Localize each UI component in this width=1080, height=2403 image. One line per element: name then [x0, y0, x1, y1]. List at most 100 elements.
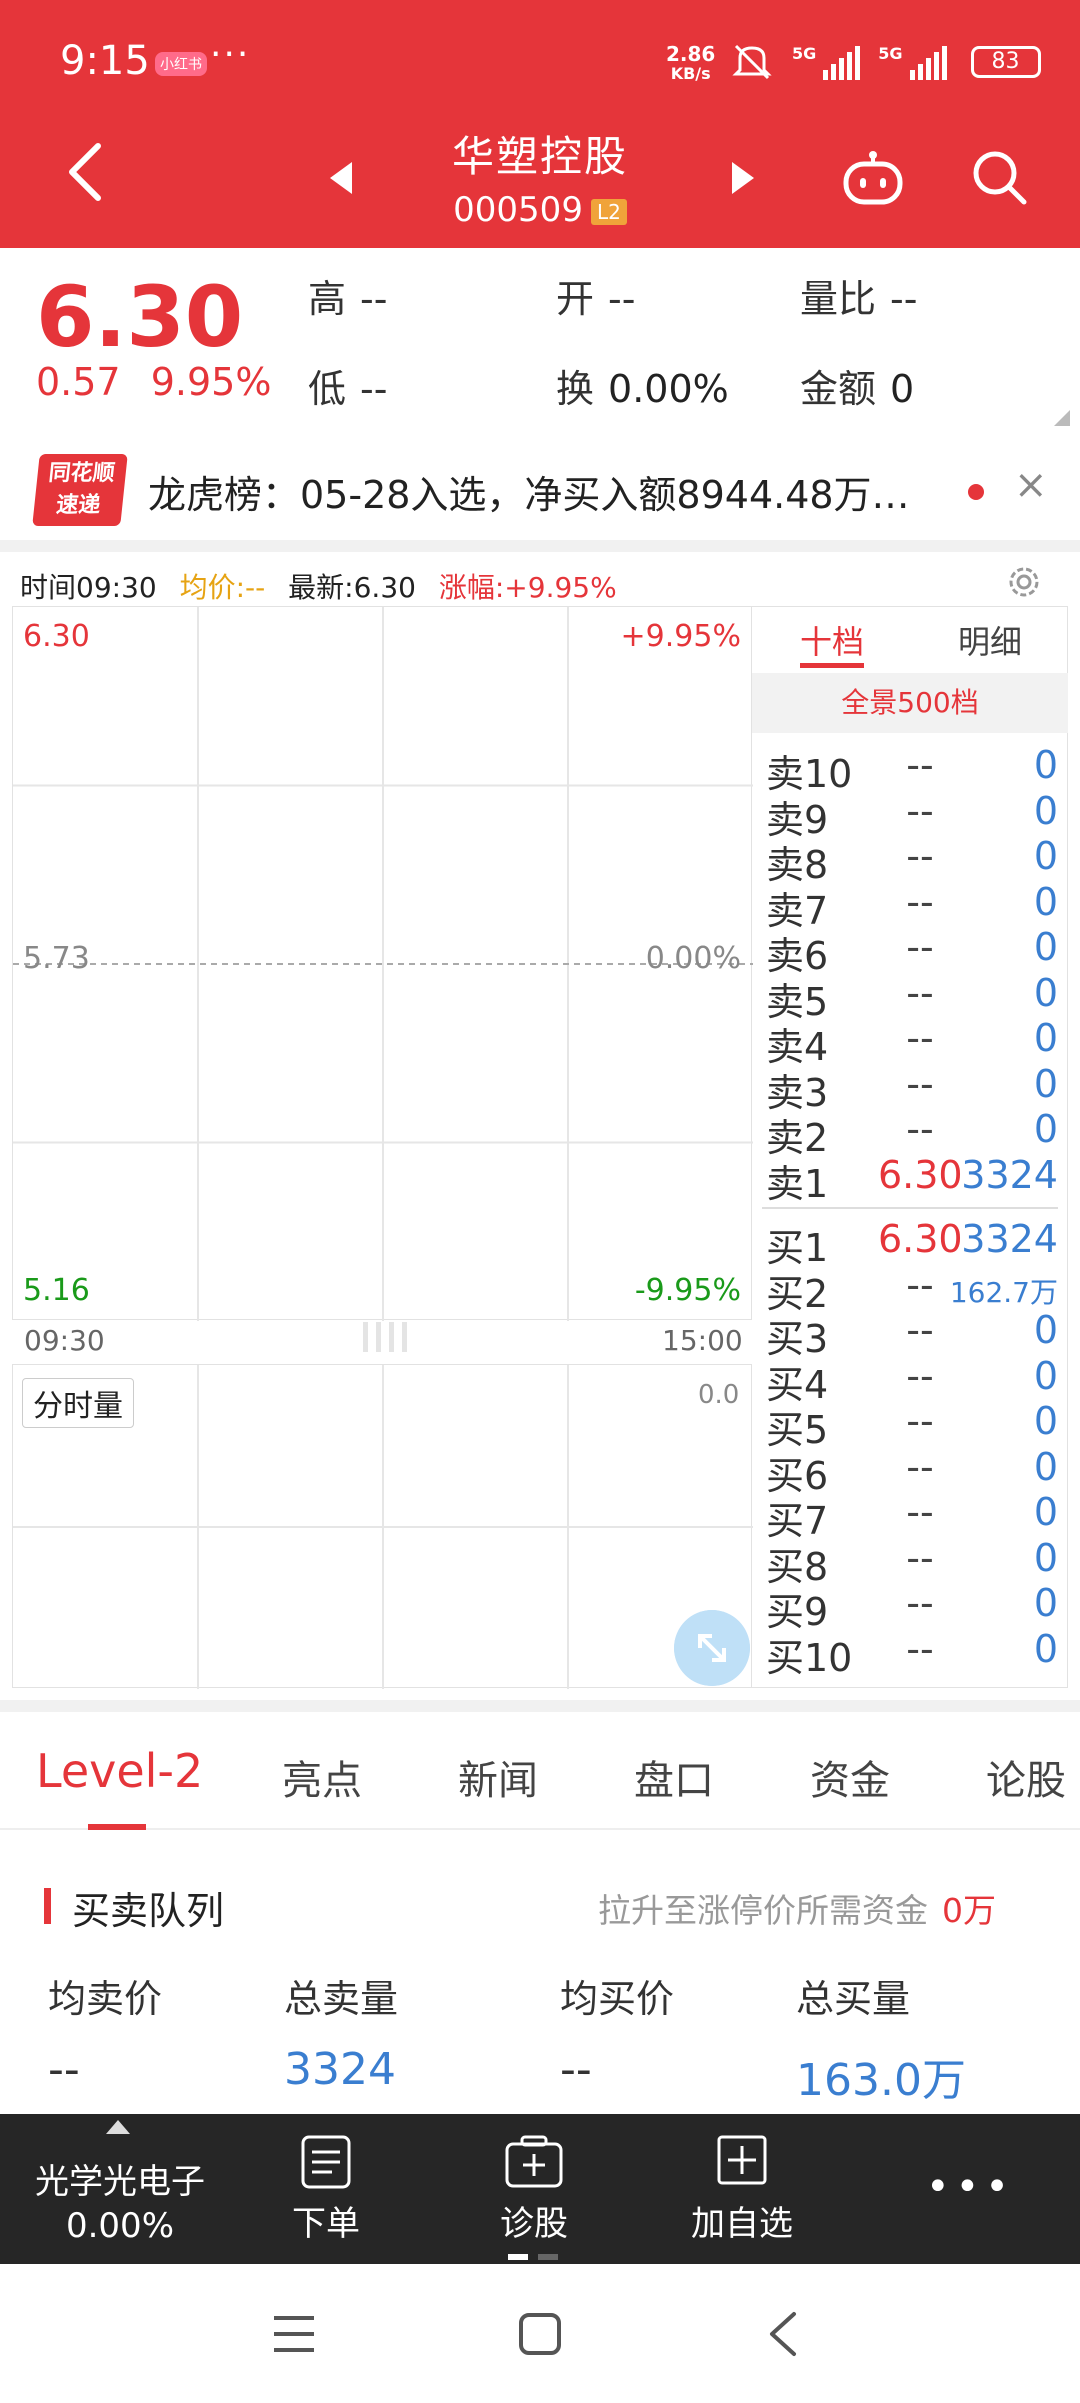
- signal-icon-1: 5G: [792, 44, 861, 80]
- buy-level-row[interactable]: 买5 -- 0: [752, 1399, 1068, 1452]
- tab-funds[interactable]: 资金: [810, 1748, 890, 1806]
- sell-level-row[interactable]: 卖8 -- 0: [752, 834, 1068, 887]
- buy-level-volume: 0: [1033, 1490, 1058, 1534]
- active-tab-indicator: [88, 1824, 146, 1830]
- volume-max-label: 0.0: [698, 1380, 740, 1410]
- sell-level-row[interactable]: 卖10 -- 0: [752, 743, 1068, 796]
- mute-icon: [732, 44, 772, 80]
- back-icon[interactable]: [766, 2310, 798, 2358]
- sell-level-row[interactable]: 卖5 -- 0: [752, 971, 1068, 1024]
- previous-stock-icon[interactable]: [326, 160, 356, 196]
- buy-level-volume: 3324: [961, 1217, 1058, 1261]
- sell-level-row[interactable]: 卖2 -- 0: [752, 1107, 1068, 1160]
- intraday-price-chart[interactable]: 6.30 5.73 5.16 +9.95% 0.00% -9.95%: [12, 606, 753, 1321]
- quote-turnover: 换 0.00%: [556, 367, 729, 411]
- active-tab-indicator: [800, 663, 864, 668]
- tab-level2[interactable]: Level-2: [36, 1744, 203, 1798]
- buy-level-volume: 0: [1033, 1626, 1058, 1671]
- avg-buy-price-value: --: [560, 2044, 592, 2095]
- change-amount: 0.57: [36, 360, 121, 404]
- chart-resize-handle[interactable]: [350, 1322, 420, 1358]
- stock-name: 华塑控股: [451, 132, 628, 181]
- x-label-start: 09:30: [24, 1324, 105, 1357]
- tab-discussion[interactable]: 论股: [986, 1748, 1066, 1806]
- buy-level-volume: 0: [1033, 1444, 1058, 1489]
- buy-level-row[interactable]: 买3 -- 0: [752, 1308, 1068, 1361]
- status-time: 9:15: [60, 38, 150, 84]
- signal-icon-2: 5G: [878, 44, 947, 80]
- sell-level-row[interactable]: 卖4 -- 0: [752, 1016, 1068, 1069]
- sell-level-price: --: [906, 925, 934, 969]
- sell-level-volume: 0: [1033, 743, 1058, 787]
- total-buy-volume-value: 163.0万: [796, 2055, 966, 2106]
- sell-level-row[interactable]: 卖6 -- 0: [752, 925, 1068, 978]
- stock-code: 000509: [453, 190, 583, 230]
- buy-level-price: --: [906, 1308, 934, 1352]
- buy-level-volume: 0: [1033, 1535, 1058, 1580]
- bottom-toolbar: 光学光电子 0.00% 下单 诊股 加自选 •••: [0, 2114, 1080, 2264]
- buy-level-row[interactable]: 买2 -- 162.7万: [752, 1263, 1068, 1316]
- price-change: 0.57 9.95%: [36, 360, 271, 404]
- limit-up-capital-hint: 拉升至涨停价所需资金 0万: [598, 1891, 996, 1930]
- network-speed: 2.86 KB/s: [666, 42, 716, 83]
- buy-level-row[interactable]: 买10 -- 0: [752, 1626, 1068, 1680]
- buy-level-price: --: [906, 1353, 934, 1398]
- meta-change: 涨幅:+9.95%: [438, 571, 617, 604]
- gear-icon[interactable]: [1004, 562, 1044, 602]
- fullscreen-expand-icon[interactable]: [674, 1610, 750, 1686]
- news-logo: 同花顺 速递: [32, 454, 128, 526]
- sector-name[interactable]: 光学光电子: [30, 2154, 210, 2203]
- quote-high: 高 --: [308, 277, 388, 321]
- total-sell-volume-label: 总卖量: [284, 1977, 399, 2021]
- sell-level-volume: 0: [1033, 925, 1058, 969]
- sell-level-row[interactable]: 卖3 -- 0: [752, 1062, 1068, 1115]
- more-icon[interactable]: •••: [926, 2164, 1015, 2210]
- order-button[interactable]: 下单: [256, 2134, 396, 2245]
- section-tabs: Level-2 亮点 新闻 盘口 资金 论股: [0, 1712, 1080, 1830]
- sell-level-row[interactable]: 卖9 -- 0: [752, 789, 1068, 842]
- close-icon[interactable]: ×: [1014, 462, 1048, 508]
- volume-indicator-button[interactable]: 分时量: [22, 1378, 134, 1428]
- back-arrow-icon[interactable]: [62, 142, 112, 202]
- next-stock-icon[interactable]: [728, 160, 758, 196]
- buy-level-price: --: [906, 1535, 934, 1580]
- sector-change: 0.00%: [65, 2206, 174, 2246]
- buy-level-label: 买10: [766, 1635, 853, 1680]
- diagnose-button[interactable]: 诊股: [464, 2134, 604, 2245]
- home-icon[interactable]: [518, 2312, 562, 2356]
- buy-level-price: --: [906, 1444, 934, 1489]
- news-banner[interactable]: 同花顺 速递 龙虎榜：05-28入选，净买入额8944.48万… ×: [0, 440, 1080, 540]
- tab-highlights[interactable]: 亮点: [282, 1748, 362, 1806]
- buy-level-row[interactable]: 买6 -- 0: [752, 1444, 1068, 1498]
- sell-level-price: --: [906, 1016, 934, 1060]
- tab-trade-detail[interactable]: 明细: [958, 617, 1022, 663]
- buy-level-row[interactable]: 买4 -- 0: [752, 1353, 1068, 1407]
- tab-handicap[interactable]: 盘口: [634, 1748, 714, 1806]
- menu-icon[interactable]: [272, 2314, 316, 2354]
- sell-level-volume: 0: [1033, 879, 1058, 924]
- buy-level-row[interactable]: 买1 6.30 3324: [752, 1217, 1068, 1270]
- tab-ten-levels[interactable]: 十档: [800, 617, 864, 663]
- expand-quote-corner[interactable]: [1054, 410, 1070, 426]
- bid-ask-divider: [762, 1207, 1058, 1209]
- y-left-label-top: 6.30: [23, 619, 90, 654]
- add-watchlist-button[interactable]: 加自选: [672, 2134, 812, 2245]
- sell-level-row[interactable]: 卖1 6.30 3324: [752, 1153, 1068, 1206]
- tab-news[interactable]: 新闻: [458, 1748, 538, 1806]
- meta-latest: 最新:6.30: [288, 571, 416, 604]
- news-text[interactable]: 龙虎榜：05-28入选，净买入额8944.48万…: [148, 464, 958, 519]
- full-depth-button[interactable]: 全景500档: [752, 673, 1068, 733]
- sell-level-row[interactable]: 卖7 -- 0: [752, 879, 1068, 933]
- y-left-label-mid: 5.73: [23, 941, 90, 976]
- robot-assistant-icon[interactable]: [842, 150, 904, 208]
- chart-meta: 时间09:30 均价:-- 最新:6.30 涨幅:+9.95%: [20, 566, 631, 606]
- divider: [0, 540, 1080, 552]
- buy-level-row[interactable]: 买9 -- 0: [752, 1581, 1068, 1634]
- expand-up-icon[interactable]: [106, 2120, 130, 2134]
- search-icon[interactable]: [970, 148, 1028, 206]
- buy-level-row[interactable]: 买7 -- 0: [752, 1490, 1068, 1543]
- sell-level-price: --: [906, 834, 934, 878]
- sell-level-price: --: [906, 1107, 934, 1151]
- buy-level-row[interactable]: 买8 -- 0: [752, 1535, 1068, 1589]
- buy-level-price: 6.30: [878, 1217, 963, 1261]
